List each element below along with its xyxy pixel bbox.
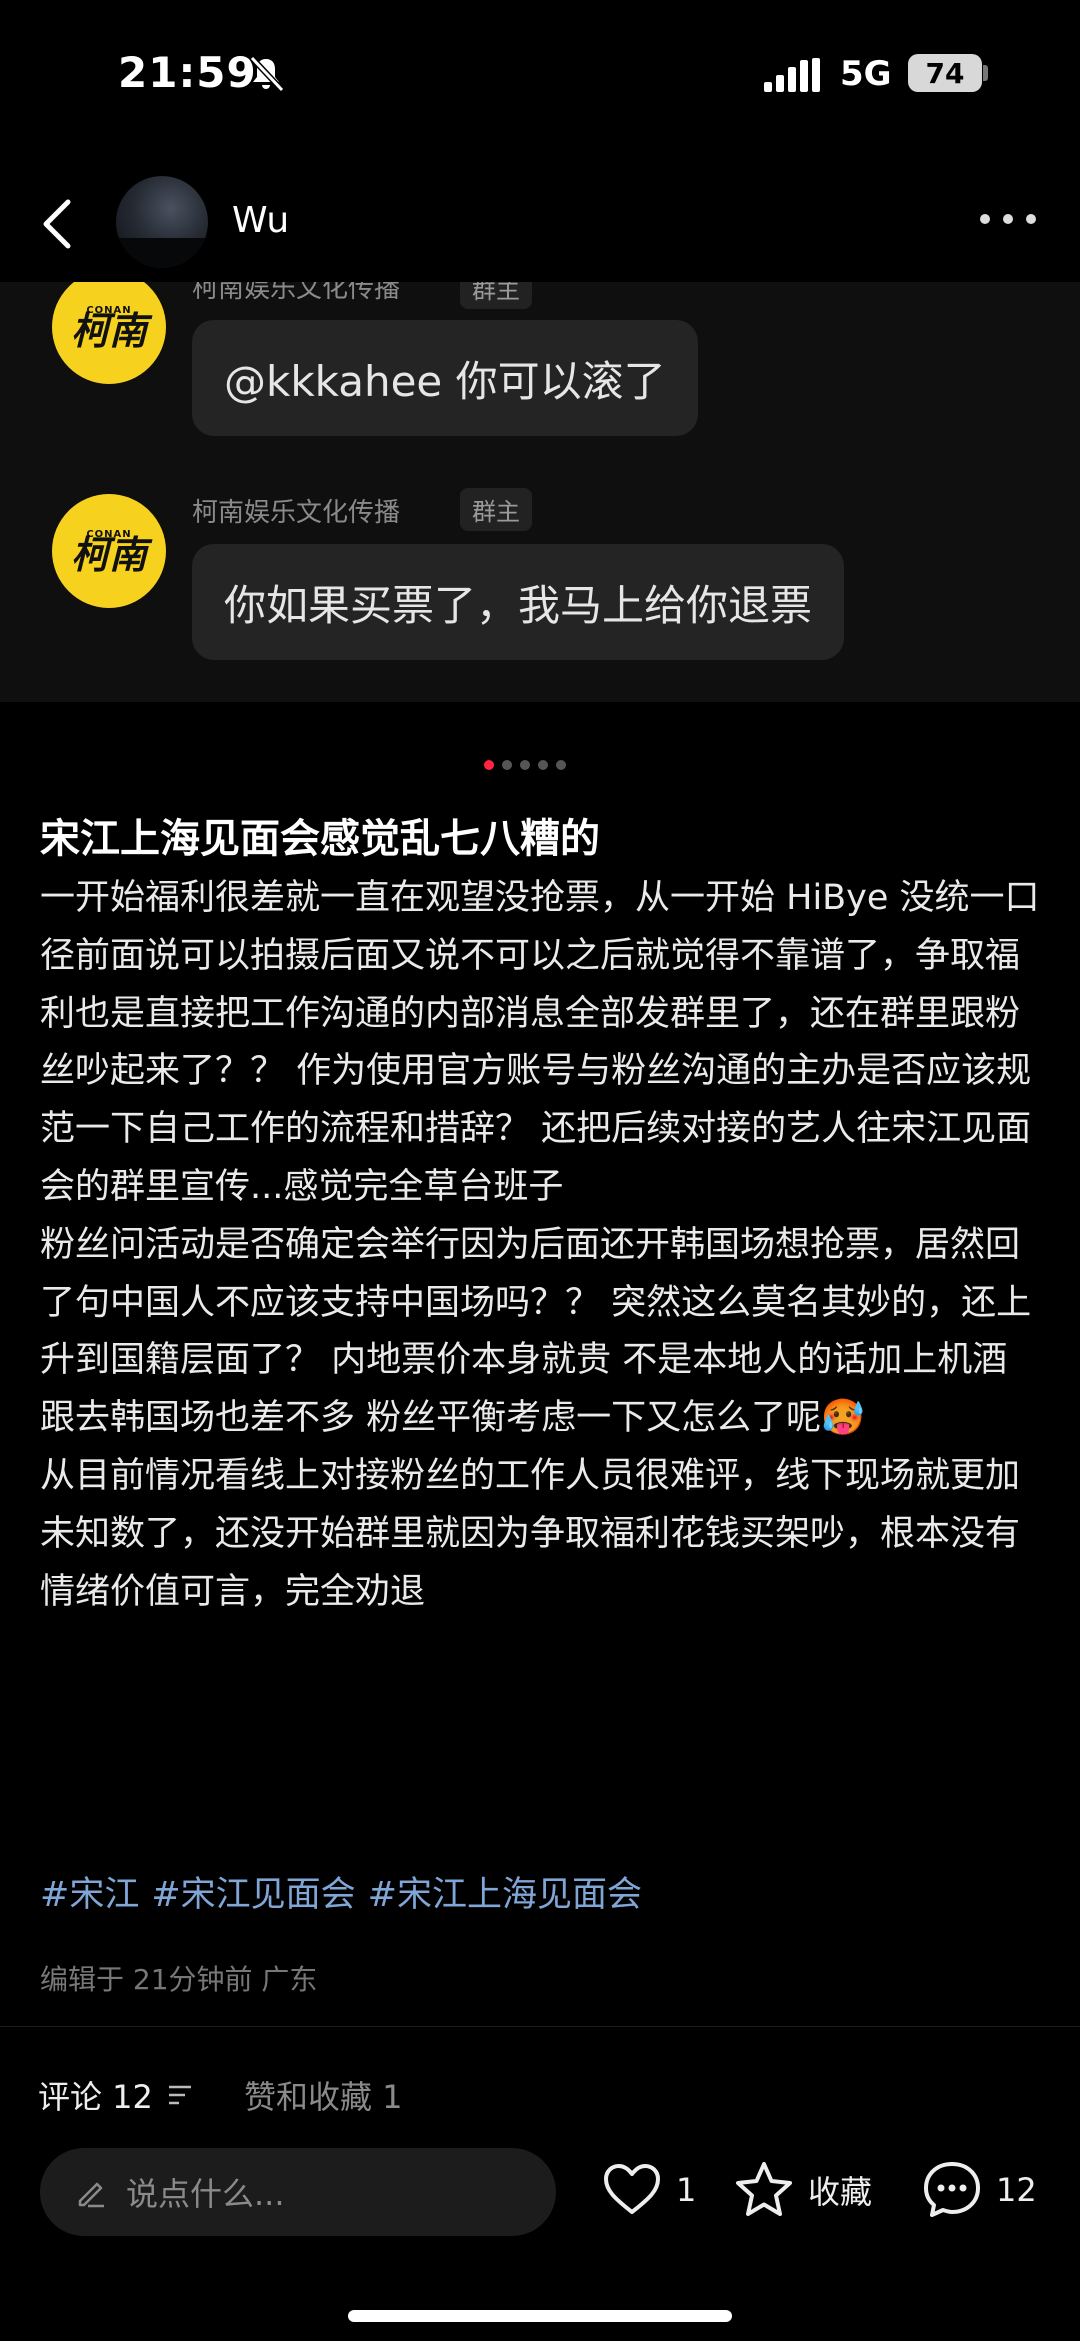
- chat-sender-name: 柯南娱乐文化传播: [192, 498, 401, 528]
- chat-role-badge: 群主: [460, 282, 532, 309]
- tab-comments-label: 评论 12: [38, 2078, 153, 2116]
- chevron-left-icon[interactable]: [38, 196, 78, 252]
- avatar[interactable]: [116, 176, 208, 268]
- hashtag-link[interactable]: #宋江上海见面会: [368, 1866, 642, 1917]
- hashtag-list: #宋江 #宋江见面会 #宋江上海见面会: [40, 1866, 642, 1917]
- chat-bubble: @kkkahee 你可以滚了: [192, 320, 698, 436]
- note-paragraph: 从目前情况看线上对接粉丝的工作人员很难评，线下现场就更加未知数了，还没开始群里就…: [40, 1455, 1021, 1612]
- hashtag-link[interactable]: #宋江见面会: [151, 1866, 355, 1917]
- comment-count: 12: [996, 2171, 1037, 2209]
- battery-level: 74: [925, 56, 965, 90]
- more-dots-icon[interactable]: [980, 214, 1036, 228]
- comment-button[interactable]: 12: [920, 2158, 1037, 2222]
- divider: [0, 2026, 1080, 2027]
- note-image[interactable]: CONAN 柯南 柯南娱乐文化传播 群主 @kkkahee 你可以滚了 CONA…: [0, 282, 1080, 702]
- favorite-button[interactable]: 收藏: [732, 2158, 872, 2222]
- like-button[interactable]: 1: [600, 2158, 696, 2222]
- like-count: 1: [676, 2171, 697, 2209]
- author-name[interactable]: Wu: [232, 200, 289, 241]
- cellular-signal-icon: [764, 58, 820, 92]
- note-title: 宋江上海见面会感觉乱七八糟的: [40, 816, 600, 862]
- chat-bubble: 你如果买票了，我马上给你退票: [192, 544, 845, 660]
- home-indicator[interactable]: [348, 2310, 732, 2322]
- battery-indicator: 74: [908, 54, 982, 92]
- pencil-icon: [78, 2182, 104, 2208]
- comment-bubble-icon: [924, 2162, 980, 2217]
- hashtag-link[interactable]: #宋江: [40, 1866, 139, 1917]
- bell-muted-icon: [249, 55, 285, 93]
- tab-comments[interactable]: 评论 12: [38, 2072, 193, 2118]
- sort-icon[interactable]: [167, 2084, 193, 2106]
- note-body: 一开始福利很差就一直在观望没抢票，从一开始 HiBye 没统一口径前面说可以拍摄…: [40, 870, 1040, 1621]
- network-type: 5G: [840, 54, 892, 94]
- note-paragraph: 粉丝问活动是否确定会举行因为后面还开韩国场想抢票，居然回了句中国人不应该支持中国…: [40, 1224, 1032, 1439]
- comment-placeholder: 说点什么...: [126, 2175, 285, 2213]
- comment-input[interactable]: 说点什么...: [40, 2148, 556, 2236]
- group-logo: CONAN 柯南: [52, 282, 166, 384]
- favorite-label: 收藏: [808, 2173, 873, 2211]
- star-icon: [736, 2162, 792, 2216]
- chat-sender-name: 柯南娱乐文化传播: [192, 282, 401, 304]
- image-page-indicator: [484, 760, 566, 770]
- edit-meta: 编辑于 21分钟前 广东: [40, 1963, 318, 1996]
- battery-tip: [983, 65, 988, 81]
- group-logo: CONAN 柯南: [52, 494, 166, 608]
- heart-icon: [604, 2164, 660, 2214]
- chat-role-badge: 群主: [460, 488, 532, 531]
- note-paragraph: 一开始福利很差就一直在观望没抢票，从一开始 HiBye 没统一口径前面说可以拍摄…: [40, 878, 1040, 1207]
- tab-likes-favorites[interactable]: 赞和收藏 1: [244, 2072, 403, 2118]
- status-time: 21:59: [118, 48, 257, 97]
